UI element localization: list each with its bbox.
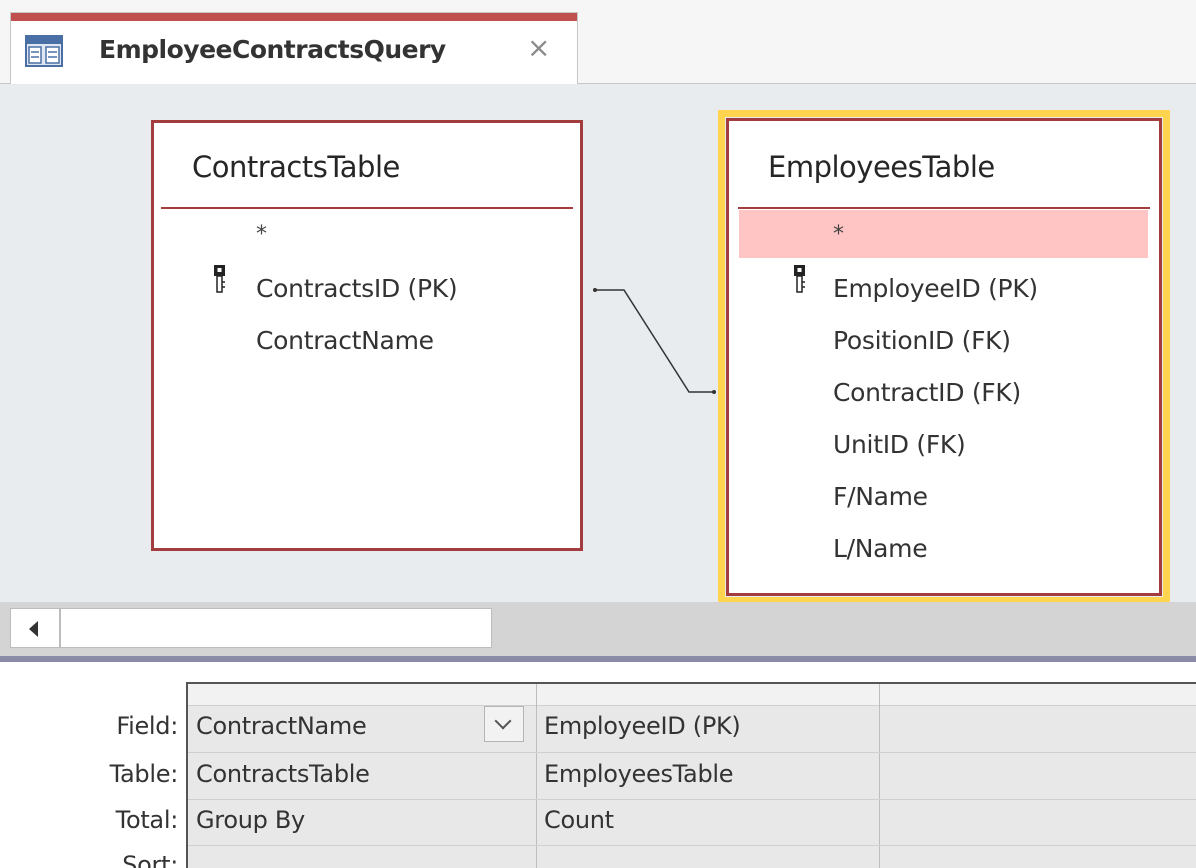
employees-field-contractid[interactable]: ContractID (FK) (833, 378, 1021, 407)
grid-row-label-field: Field: (116, 712, 178, 740)
grid-row-label-table: Table: (109, 760, 179, 788)
grid-cell-table-1[interactable]: ContractsTable (196, 760, 370, 788)
grid-cell-field-2[interactable]: EmployeeID (PK) (544, 712, 741, 740)
query-design-grid[interactable]: ContractName ContractsTable Group By Emp… (186, 682, 1196, 868)
employees-field-fname[interactable]: F/Name (833, 482, 928, 511)
primary-key-icon (794, 265, 805, 293)
grid-row-divider (188, 845, 1196, 846)
close-icon[interactable]: × (527, 33, 550, 63)
grid-cell-field-1[interactable]: ContractName (196, 712, 367, 740)
employees-field-lname[interactable]: L/Name (833, 534, 928, 563)
query-grid-pane: Field: Table: Total: Sort: ContractName … (0, 662, 1196, 868)
scrollbar-thumb[interactable] (60, 608, 492, 648)
grid-column-divider[interactable] (879, 684, 880, 868)
grid-cell-table-2[interactable]: EmployeesTable (544, 760, 734, 788)
field-dropdown-button[interactable] (484, 706, 524, 742)
employees-table-box[interactable] (726, 118, 1162, 596)
grid-column-divider[interactable] (536, 684, 537, 868)
grid-cell-total-1[interactable]: Group By (196, 806, 305, 834)
primary-key-icon (214, 265, 225, 293)
query-document-tab[interactable]: EmployeeContractsQuery × (10, 12, 578, 86)
scroll-left-button[interactable] (10, 608, 60, 648)
contracts-field-contractsid[interactable]: ContractsID (PK) (256, 274, 458, 303)
grid-cell-total-2[interactable]: Count (544, 806, 614, 834)
grid-row-divider (188, 799, 1196, 800)
contracts-field-contractname[interactable]: ContractName (256, 326, 434, 355)
contracts-table-title[interactable]: ContractsTable (192, 150, 400, 184)
employees-field-unitid[interactable]: UnitID (FK) (833, 430, 966, 459)
grid-row-label-total: Total: (115, 806, 179, 834)
grid-row-divider (188, 752, 1196, 753)
chevron-left-icon (29, 621, 38, 637)
employees-field-employeeid[interactable]: EmployeeID (PK) (833, 274, 1038, 303)
chevron-down-icon (494, 712, 512, 730)
tab-accent-bar (11, 13, 577, 21)
query-design-icon (25, 35, 63, 67)
grid-row-label-sort: Sort: (122, 851, 178, 868)
contracts-field-all[interactable]: * (256, 222, 267, 247)
tab-title: EmployeeContractsQuery (99, 35, 446, 64)
contracts-table-divider (161, 207, 573, 209)
employees-field-positionid[interactable]: PositionID (FK) (833, 326, 1011, 355)
employees-table-title[interactable]: EmployeesTable (768, 150, 995, 184)
design-horizontal-scrollbar[interactable] (0, 602, 1196, 656)
employees-table-divider (738, 207, 1150, 209)
employees-field-all-highlight (739, 210, 1148, 258)
employees-field-all[interactable]: * (833, 222, 844, 247)
grid-column-selectors[interactable] (188, 684, 1196, 706)
